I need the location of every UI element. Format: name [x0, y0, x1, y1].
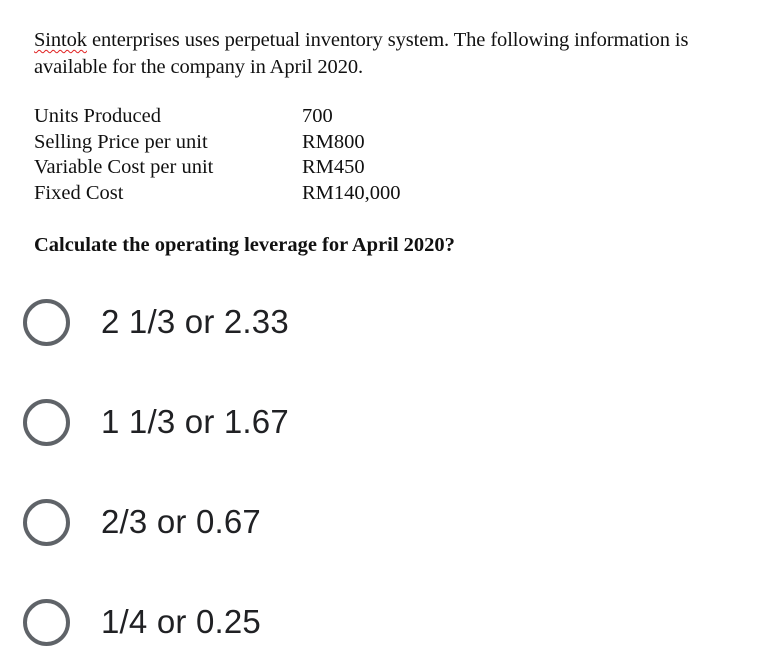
answer-option-3[interactable]: 2/3 or 0.67 — [0, 482, 500, 562]
answer-option-1[interactable]: 2 1/3 or 2.33 — [0, 282, 500, 362]
radio-button-icon[interactable] — [23, 498, 70, 546]
option-label[interactable]: 1/4 or 0.25 — [101, 603, 261, 641]
option-label[interactable]: 2/3 or 0.67 — [101, 503, 261, 541]
answer-option-2[interactable]: 1 1/3 or 1.67 — [0, 382, 500, 462]
answer-option-4[interactable]: 1/4 or 0.25 — [0, 582, 500, 662]
radio-button-icon[interactable] — [23, 298, 70, 346]
radio-button-icon[interactable] — [23, 598, 70, 646]
option-label[interactable]: 1 1/3 or 1.67 — [101, 403, 289, 441]
option-label[interactable]: 2 1/3 or 2.33 — [101, 303, 289, 341]
answer-options: 2 1/3 or 2.33 1 1/3 or 1.67 2/3 or 0.67 … — [0, 0, 780, 664]
radio-button-icon[interactable] — [23, 398, 70, 446]
